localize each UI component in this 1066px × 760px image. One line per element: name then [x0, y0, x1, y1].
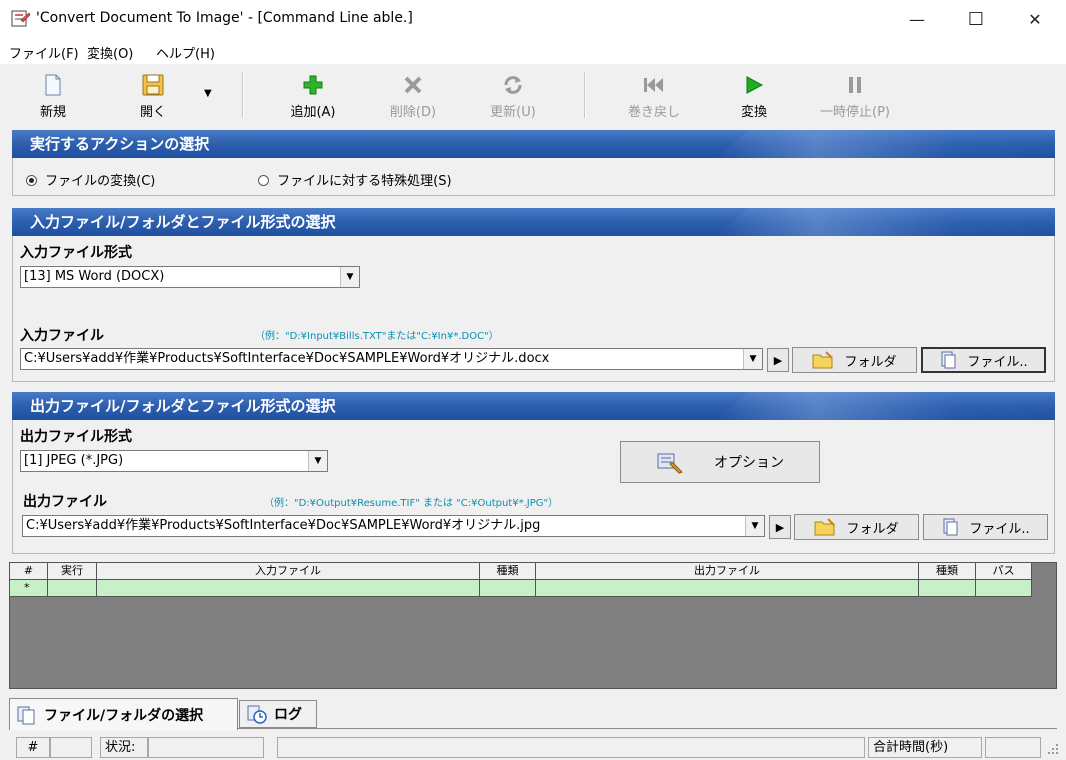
output-file-field[interactable]: C:¥Users¥add¥作業¥Products¥SoftInterface¥D…: [22, 515, 765, 537]
folder-icon: [814, 518, 836, 536]
total-time-label: 合計時間(秒): [868, 737, 982, 758]
output-format-label: 出力ファイル形式: [20, 429, 132, 445]
output-format-select[interactable]: [1] JPEG (*.JPG) ▼: [20, 450, 328, 472]
input-section-header: 入力ファイル/フォルダとファイル形式の選択: [12, 208, 1055, 236]
grid-cell[interactable]: [976, 580, 1032, 597]
file-icon: [943, 518, 958, 536]
grid-header-input-file[interactable]: 入力ファイル: [97, 563, 480, 580]
status-value: [148, 737, 264, 758]
rewind-button[interactable]: 巻き戻し: [614, 72, 694, 120]
grid-header-output-file[interactable]: 出力ファイル: [536, 563, 919, 580]
input-file-field[interactable]: C:¥Users¥add¥作業¥Products¥SoftInterface¥D…: [20, 348, 763, 370]
tab-log[interactable]: ログ: [239, 700, 317, 728]
maximize-button[interactable]: ☐: [947, 0, 1005, 38]
chevron-down-icon: ▼: [745, 516, 764, 536]
menu-file[interactable]: ファイル(F): [9, 43, 79, 62]
pause-icon: [810, 72, 900, 98]
file-icon: [941, 351, 956, 369]
input-file-hint: （例："D:¥Input¥Bills.TXT"または"C:¥In¥*.DOC"）: [255, 331, 499, 342]
refresh-icon: [473, 72, 553, 98]
convert-button[interactable]: 変換: [714, 72, 794, 120]
pause-button[interactable]: 一時停止(P): [810, 72, 900, 120]
radio-unselected-icon: [258, 175, 269, 186]
open-dropdown-arrow-icon[interactable]: ▼: [204, 88, 212, 99]
output-file-hint: （例："D:¥Output¥Resume.TIF" または "C:¥Output…: [264, 498, 559, 509]
documents-icon: [17, 706, 35, 724]
radio-selected-icon: [26, 175, 37, 186]
status-index: #: [16, 737, 50, 758]
new-button[interactable]: 新規: [13, 72, 93, 120]
minimize-button[interactable]: —: [888, 0, 946, 38]
log-clock-icon: [247, 705, 267, 724]
status-message: [277, 737, 865, 758]
input-file-label: 入力ファイル: [20, 328, 104, 344]
grid-cell[interactable]: [480, 580, 536, 597]
options-icon: [657, 453, 683, 474]
action-section-header: 実行するアクションの選択: [12, 130, 1055, 158]
total-time-value: [985, 737, 1041, 758]
grid-cell[interactable]: [919, 580, 976, 597]
status-label: 状況:: [100, 737, 148, 758]
grid-cell[interactable]: [536, 580, 919, 597]
folder-icon: [812, 351, 834, 369]
chevron-down-icon: ▼: [340, 267, 359, 287]
grid-header-pass[interactable]: パス: [976, 563, 1032, 580]
plus-icon: [273, 72, 353, 98]
new-document-icon: [13, 72, 93, 98]
grid-new-row-marker[interactable]: *: [10, 580, 48, 597]
window-title: 'Convert Document To Image' - [Command L…: [36, 10, 413, 26]
menu-convert[interactable]: 変換(O): [87, 43, 133, 62]
delete-button[interactable]: 削除(D): [373, 72, 453, 120]
grid-cell[interactable]: [48, 580, 97, 597]
action-panel: [12, 158, 1055, 196]
rewind-icon: [614, 72, 694, 98]
input-file-button[interactable]: ファイル..: [921, 347, 1046, 373]
input-format-select[interactable]: [13] MS Word (DOCX) ▼: [20, 266, 360, 288]
grid-cell[interactable]: [97, 580, 480, 597]
output-play-button[interactable]: ▶: [769, 515, 791, 539]
output-file-button[interactable]: ファイル..: [923, 514, 1048, 540]
menu-help[interactable]: ヘルプ(H): [156, 43, 215, 62]
grid-header-index[interactable]: #: [10, 563, 48, 580]
grid-header-output-type[interactable]: 種類: [919, 563, 976, 580]
toolbar-separator: [584, 72, 586, 118]
convert-files-radio[interactable]: ファイルの変換(C): [26, 170, 155, 189]
grid-header-input-type[interactable]: 種類: [480, 563, 536, 580]
grid-header-run[interactable]: 実行: [48, 563, 97, 580]
play-icon: [714, 72, 794, 98]
output-file-label: 出力ファイル: [23, 494, 107, 510]
tab-file-folder-select[interactable]: ファイル/フォルダの選択: [9, 698, 238, 730]
input-folder-button[interactable]: フォルダ: [792, 347, 917, 373]
add-button[interactable]: 追加(A): [273, 72, 353, 120]
chevron-down-icon: ▼: [308, 451, 327, 471]
status-index-value: [50, 737, 92, 758]
app-icon: [11, 10, 31, 27]
resize-grip-icon[interactable]: [1046, 742, 1060, 756]
options-button[interactable]: オプション: [620, 441, 820, 483]
save-disk-icon: [113, 72, 193, 98]
input-play-button[interactable]: ▶: [767, 348, 789, 372]
special-processing-radio[interactable]: ファイルに対する特殊処理(S): [258, 170, 452, 189]
update-button[interactable]: 更新(U): [473, 72, 553, 120]
chevron-down-icon: ▼: [743, 349, 762, 369]
delete-x-icon: [373, 72, 453, 98]
open-button[interactable]: 開く: [113, 72, 193, 120]
output-folder-button[interactable]: フォルダ: [794, 514, 919, 540]
close-button[interactable]: ✕: [1006, 0, 1064, 38]
input-format-label: 入力ファイル形式: [20, 245, 132, 261]
toolbar-separator: [242, 72, 244, 118]
output-section-header: 出力ファイル/フォルダとファイル形式の選択: [12, 392, 1055, 420]
